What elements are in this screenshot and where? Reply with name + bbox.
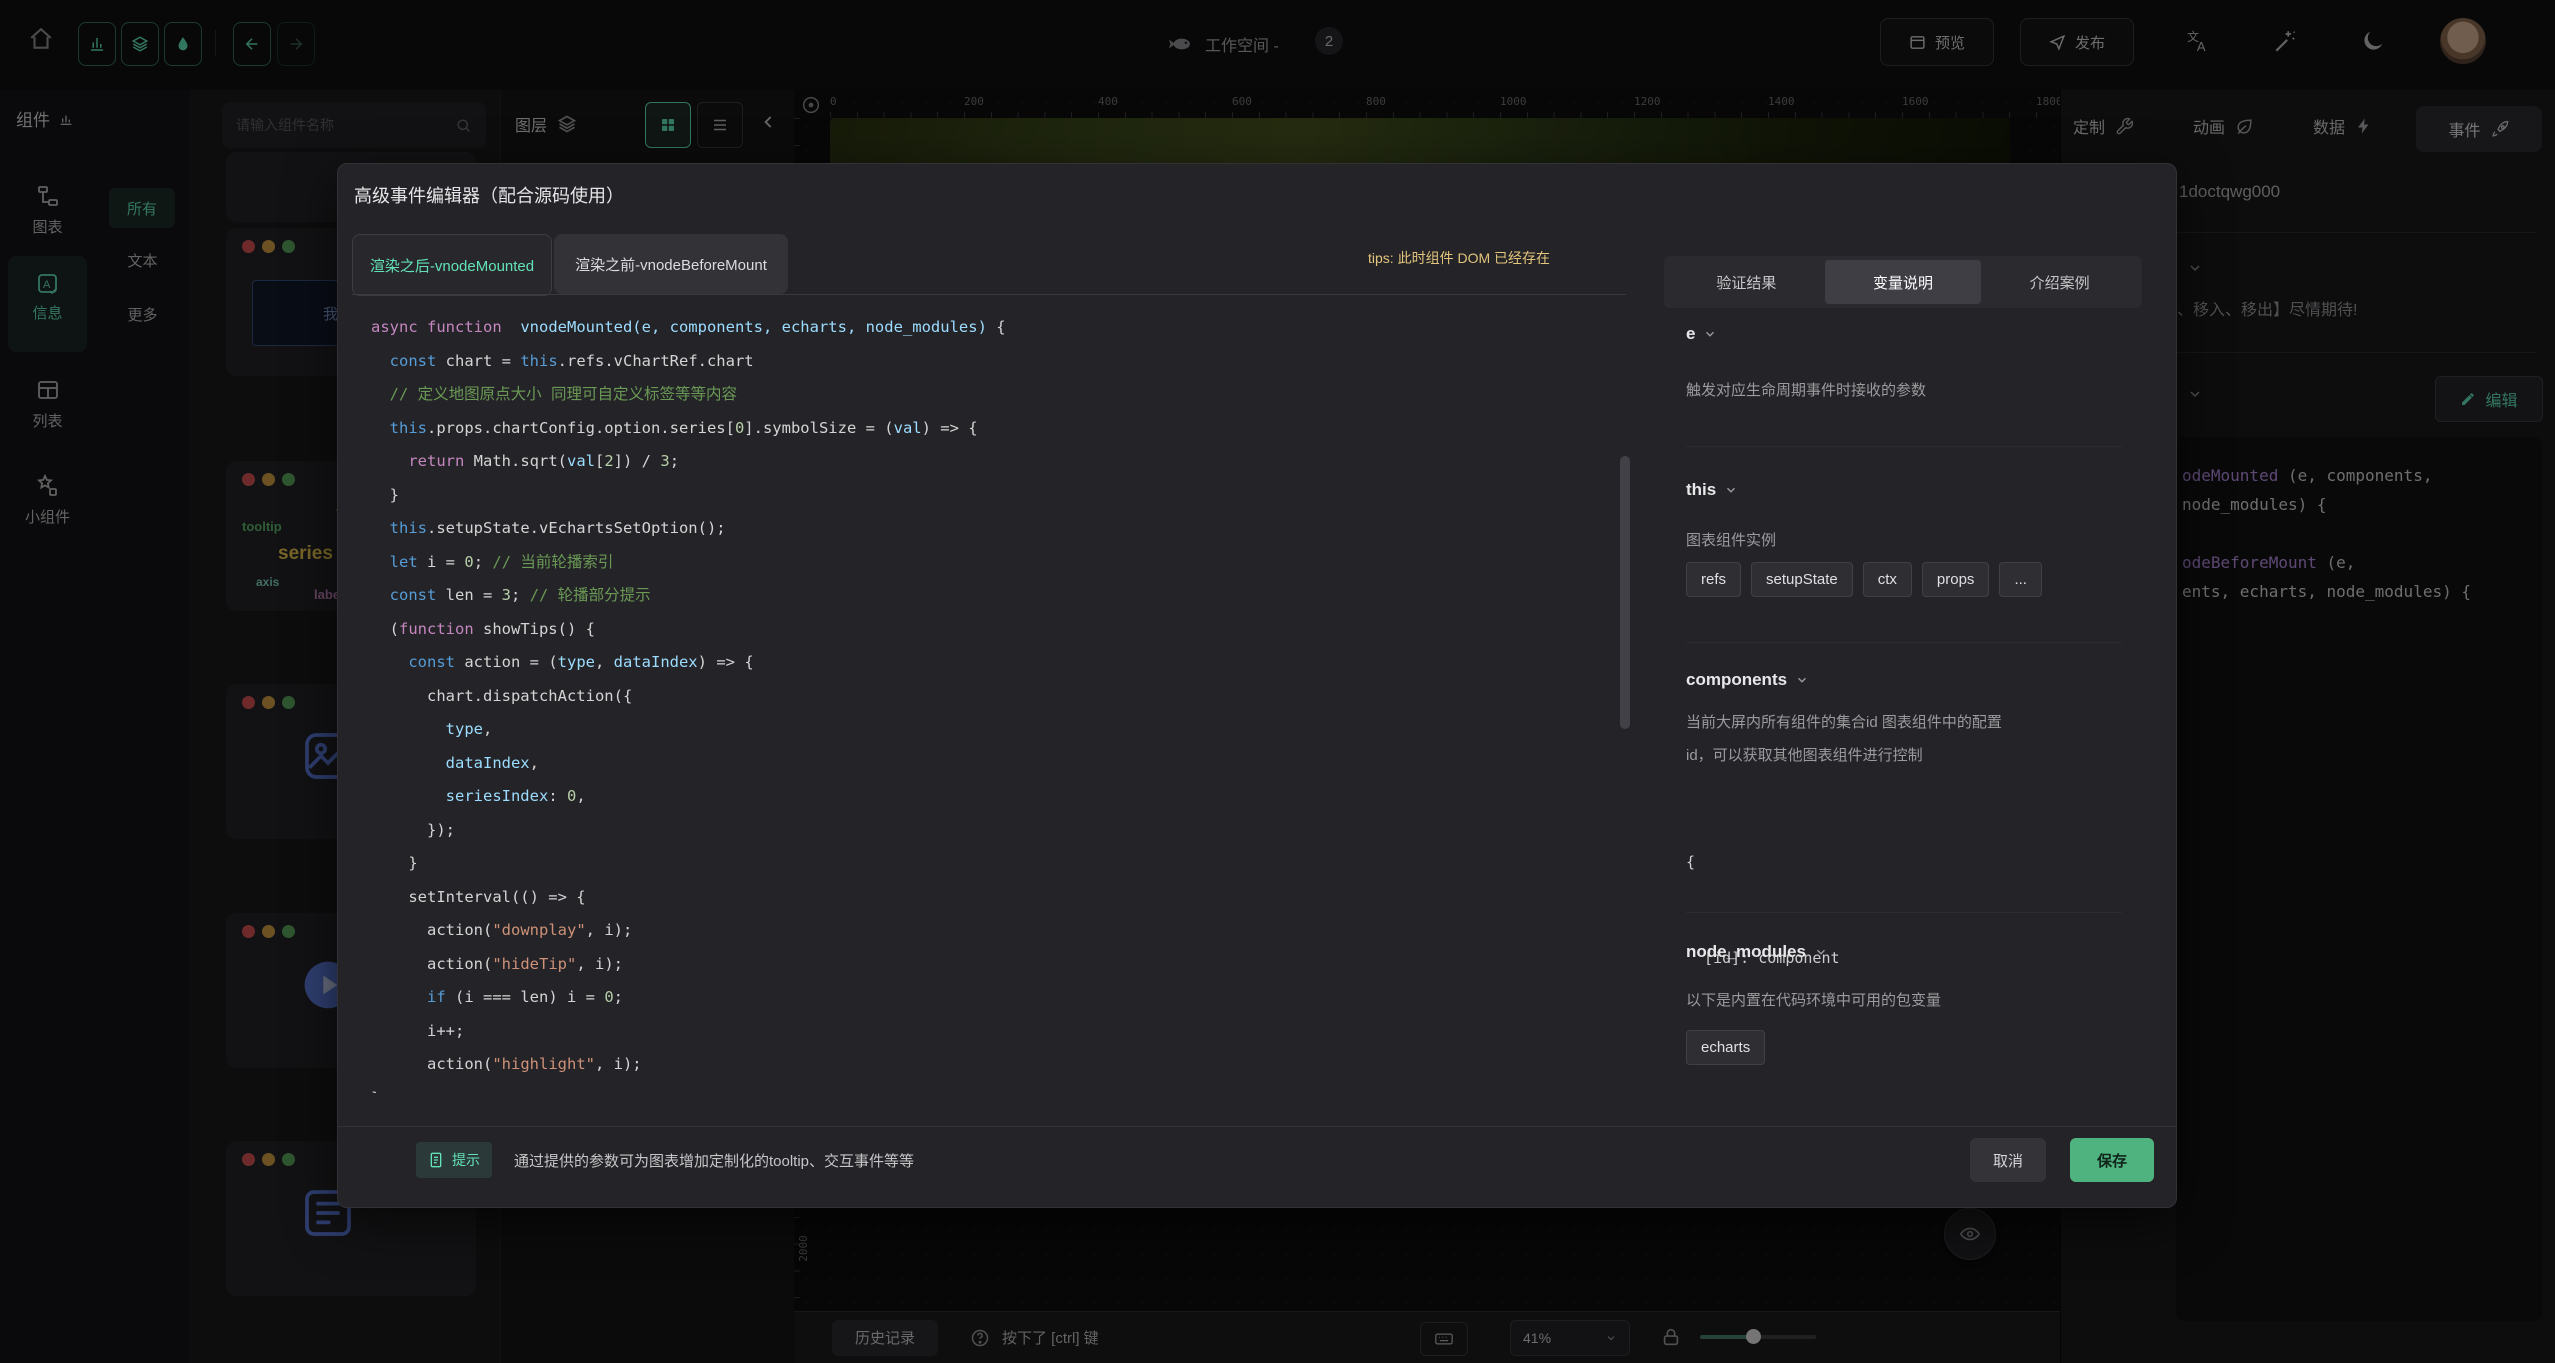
section-e-desc: 触发对应生命周期事件时接收的参数 (1686, 374, 1926, 407)
variable-chip[interactable]: setupState (1751, 562, 1853, 597)
docs-divider (1686, 446, 2122, 447)
document-icon (428, 1152, 444, 1168)
package-chip[interactable]: echarts (1686, 1030, 1765, 1065)
footer-divider (338, 1126, 2176, 1127)
tab-underline (352, 294, 1626, 295)
variable-chip[interactable]: props (1922, 562, 1990, 597)
tab-validation-result[interactable]: 验证结果 (1668, 260, 1825, 304)
footer-tip-badge: 提示 (416, 1142, 492, 1178)
tab-vnode-before-mount[interactable]: 渲染之前-v​nodeBeforeMount (554, 234, 788, 294)
tab-variable-docs[interactable]: 变量说明 (1825, 260, 1982, 304)
cancel-button[interactable]: 取消 (1970, 1138, 2046, 1182)
code-editor-scrollbar[interactable] (1620, 456, 1630, 729)
save-button[interactable]: 保存 (2070, 1138, 2154, 1182)
advanced-event-editor-modal: 高级事件编辑器（配合源码使用） 渲染之后-v​nodeMounted 渲染之前-… (337, 163, 2177, 1208)
footer-tip-text: 通过提供的参数可为图表增加定制化的tooltip、交互事件等等 (514, 1150, 914, 1171)
tab-intro-examples[interactable]: 介绍案例 (1981, 260, 2138, 304)
section-components[interactable]: components (1686, 670, 1809, 690)
chevron-down-icon (1724, 483, 1738, 497)
tab-vnode-mounted[interactable]: 渲染之后-v​nodeMounted (352, 234, 552, 296)
code-editor[interactable]: async function vnodeMounted(e, component… (371, 311, 1611, 1093)
dom-tip-text: tips: 此时组件 DOM 已经存在 (1368, 248, 1550, 268)
this-chips: refs setupState ctx props... (1686, 562, 2052, 597)
section-node-modules-desc: 以下是内置在代码环境中可用的包变量 (1686, 984, 1941, 1017)
docs-divider (1686, 642, 2122, 643)
chevron-down-icon (1795, 673, 1809, 687)
docs-divider (1686, 912, 2122, 913)
section-e[interactable]: e (1686, 324, 1717, 344)
variable-chip[interactable]: ... (1999, 562, 2042, 597)
section-this-desc: 图表组件实例 (1686, 524, 1776, 557)
app-screen: 工作空间 - 2 预览 发布 文A 组件 图表 A (0, 0, 2555, 1363)
section-components-desc: 当前大屏内所有组件的集合id 图表组件中的配置 id，可以获取其他图表组件进行控… (1686, 706, 2136, 772)
section-node-modules[interactable]: node_modules (1686, 942, 1828, 962)
variable-chip[interactable]: ctx (1863, 562, 1912, 597)
node-modules-chips: echarts (1686, 1030, 1775, 1065)
docs-tabs: 验证结果 变量说明 介绍案例 (1664, 256, 2142, 308)
section-this[interactable]: this (1686, 480, 1738, 500)
modal-title: 高级事件编辑器（配合源码使用） (354, 182, 624, 208)
chevron-down-icon (1703, 327, 1717, 341)
variable-chip[interactable]: refs (1686, 562, 1741, 597)
chevron-down-icon (1814, 945, 1828, 959)
